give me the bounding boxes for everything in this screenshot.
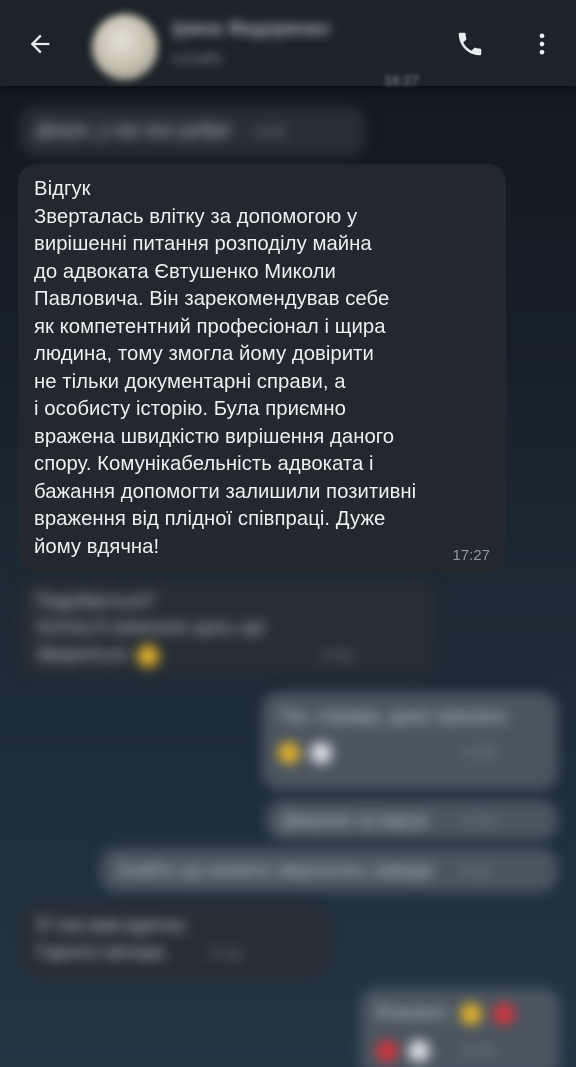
message-text: Хотіла б написати щось ще [36, 617, 265, 637]
message-bubble-review[interactable]: Відгук Зверталась влітку за допомогою у … [18, 164, 506, 572]
message-time: 17:31 [457, 864, 491, 879]
message-line: 17:30 [278, 742, 542, 764]
message-bubble-incoming[interactable]: Подобається? Хотіла б написати щось ще З… [20, 580, 436, 676]
message-bubble-outgoing[interactable]: Дякуємо за відгук 17:31 [266, 800, 558, 840]
message-time: 16:28 [253, 124, 286, 139]
emoji-icon [278, 742, 300, 764]
heart-emoji-icon [492, 1002, 515, 1025]
message-text: Дякуємо за відгук [282, 810, 429, 830]
phone-icon [458, 32, 482, 56]
message-text: Зверніться [36, 644, 127, 664]
message-line: 17:34 [376, 1040, 544, 1062]
heart-emoji-icon [376, 1040, 398, 1062]
message-time: 17:34 [460, 1043, 494, 1059]
message-text: Знайте що можете звертатись завжди [116, 860, 434, 880]
message-line: Гарного вечора 17:33 [36, 938, 314, 967]
contact-status: онлайн [172, 50, 223, 67]
back-button[interactable] [20, 24, 60, 64]
message-text: Подобається? [36, 591, 155, 611]
message-bubble-outgoing[interactable]: Знайте що можете звертатись завжди 17:31 [100, 848, 558, 892]
message-time: 17:30 [462, 745, 496, 761]
message-bubble-incoming[interactable]: Дякую, у нас все добре 16:28 [20, 106, 366, 156]
message-text: Так, справді, дуже приємно [278, 706, 507, 726]
message-text: Гарного вечора [36, 942, 165, 962]
smile-emoji-icon [137, 644, 160, 667]
chat-header: Ірина Федоренко онлайн [0, 0, 576, 86]
message-time: 17:33 [208, 946, 242, 961]
arrow-left-icon [30, 34, 50, 54]
message-line: Зверніться 17:29 [36, 640, 420, 669]
message-bubble-incoming[interactable]: Я теж вам вдячна Гарного вечора 17:33 [20, 904, 330, 978]
message-bubble-outgoing[interactable]: Так, справді, дуже приємно 17:30 [262, 692, 558, 790]
emoji-icon [310, 742, 333, 764]
avatar[interactable] [92, 14, 158, 80]
message-line: Взаємно [376, 998, 544, 1026]
message-bubble-outgoing[interactable]: Взаємно 17:34 [360, 988, 560, 1067]
message-text: Дякую, у нас все добре [36, 120, 231, 140]
more-vertical-icon [539, 33, 545, 55]
call-button[interactable] [450, 24, 490, 64]
message-time: 17:27 [452, 547, 490, 564]
emoji-icon [408, 1040, 431, 1062]
message-time: 17:29 [319, 648, 353, 663]
more-options-button[interactable] [522, 24, 562, 64]
emoji-icon [460, 1002, 483, 1025]
message-time: 16:27 [384, 72, 420, 88]
message-text: Я теж вам вдячна [36, 915, 185, 935]
review-message-text: Відгук Зверталась влітку за допомогою у … [34, 178, 417, 558]
contact-name[interactable]: Ірина Федоренко [172, 18, 330, 41]
message-time: 17:31 [462, 814, 496, 829]
message-text: Взаємно [376, 1002, 448, 1022]
